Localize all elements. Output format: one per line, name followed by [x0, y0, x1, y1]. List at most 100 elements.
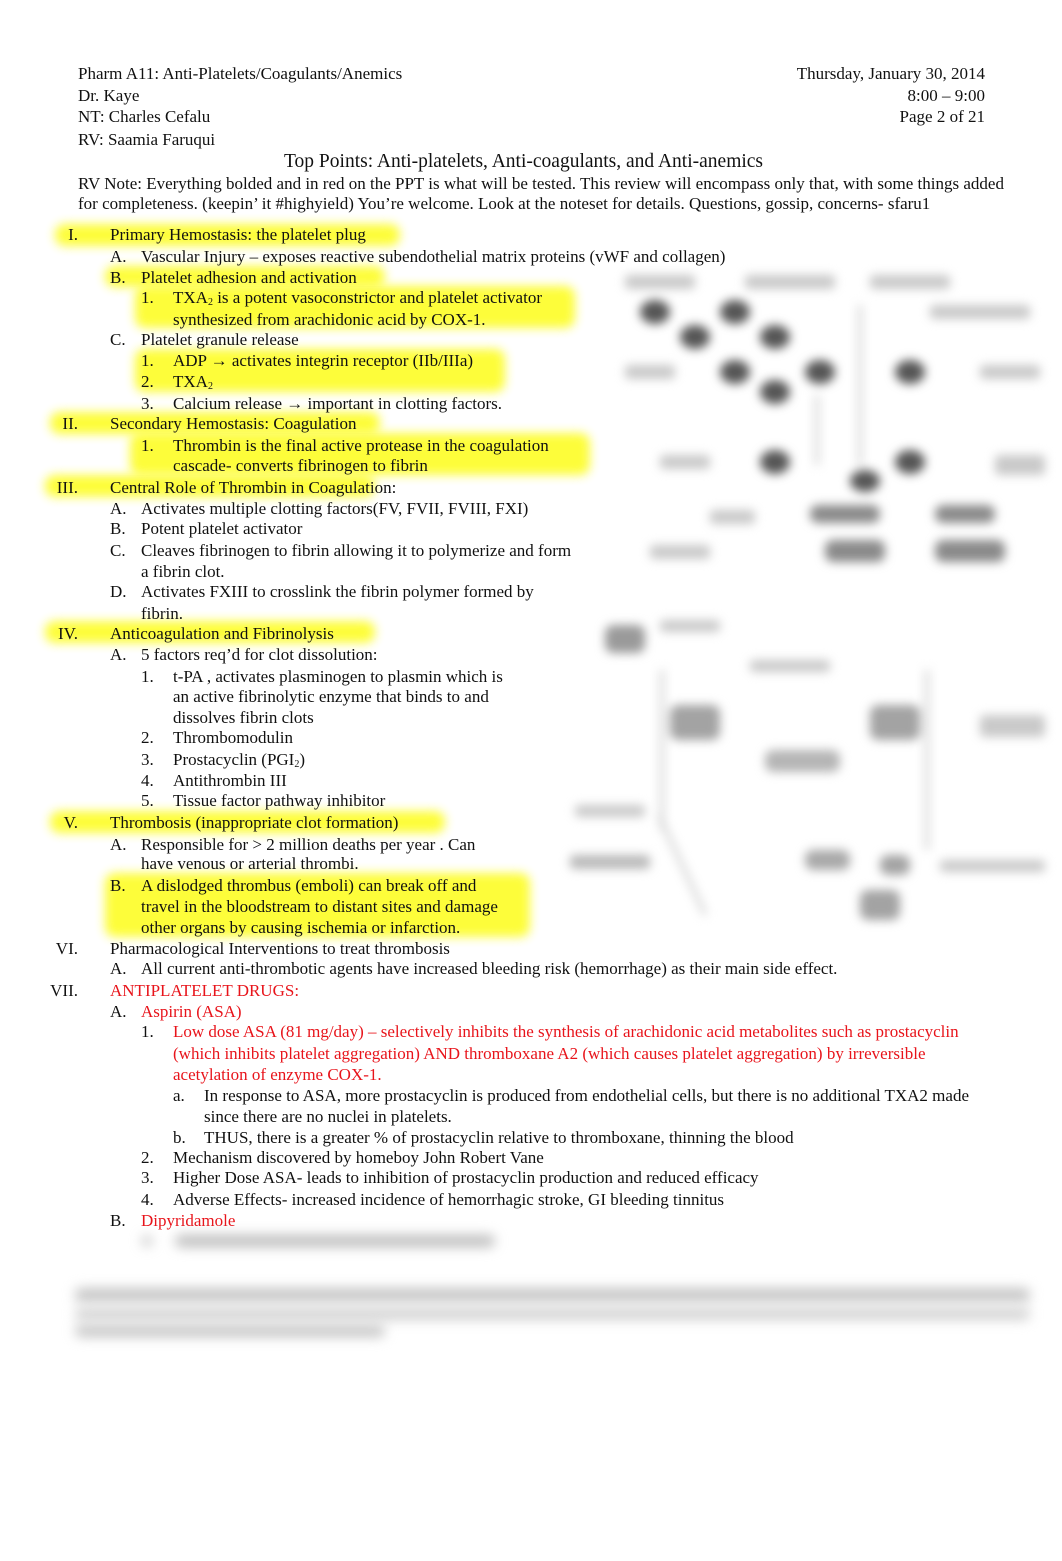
document-title: Top Points: Anti-platelets, Anti-coagula… — [284, 151, 764, 172]
item-number: 2. — [141, 372, 154, 391]
item-thrombomodulin: Thrombomodulin — [173, 728, 293, 747]
item-number: 2. — [141, 1148, 154, 1167]
item-aspirin: Aspirin (ASA) — [141, 1002, 242, 1021]
item-number: 3. — [141, 1168, 154, 1187]
item-low-dose-asa: Low dose ASA (81 mg/day) – selectively i… — [173, 1022, 959, 1041]
section-number: I. — [68, 225, 78, 244]
item-number: 3. — [141, 394, 154, 413]
obscured-bullet — [142, 1236, 152, 1246]
item-letter: A. — [110, 1002, 127, 1021]
item-cleaves-line2: a fibrin clot. — [141, 562, 225, 581]
item-letter: C. — [110, 541, 126, 560]
item-thrombin-final-protease: Thrombin is the final active protease in… — [173, 436, 549, 455]
section-heading-primary-hemostasis: Primary Hemostasis: the platelet plug — [110, 225, 366, 244]
section-number: VII. — [50, 981, 78, 1000]
item-tpa-line3: dissolves fibrin clots — [173, 708, 314, 727]
section-number: III. — [56, 478, 78, 497]
item-tfpi: Tissue factor pathway inhibitor — [173, 791, 386, 810]
item-calcium-release: Calcium release → important in clotting … — [173, 394, 503, 413]
item-deaths-line2: have venous or arterial thrombi. — [141, 854, 359, 873]
item-letter: B. — [110, 519, 126, 538]
item-adverse-effects: Adverse Effects- increased incidence of … — [173, 1190, 725, 1209]
item-number: 4. — [141, 771, 154, 790]
item-fxiii-line2: fibrin. — [141, 604, 184, 623]
item-letter: A. — [110, 247, 127, 266]
obscured-paragraph-line-3 — [75, 1325, 385, 1337]
item-txa2-vasoconstrictor: TXA2 is a potent vasoconstrictor and pla… — [173, 288, 542, 308]
page-number: Page 2 of 21 — [899, 107, 985, 126]
item-tpa-line2: an active fibrinolytic enzyme that binds… — [173, 687, 489, 706]
item-number: 4. — [141, 1190, 154, 1209]
item-cleaves-fibrinogen: Cleaves fibrinogen to fibrin allowing it… — [141, 541, 572, 560]
item-letter: A. — [110, 835, 127, 854]
item-activates-factors: Activates multiple clotting factors(FV, … — [141, 499, 529, 518]
item-number: 5. — [141, 791, 154, 810]
item-thinning-blood: THUS, there is a greater % of prostacycl… — [204, 1128, 794, 1147]
item-dislodged-thrombus: A dislodged thrombus (emboli) can break … — [141, 876, 477, 895]
item-dislodged-line3: other organs by causing ischemia or infa… — [141, 918, 461, 937]
rv-note-line-2: for completeness. (keepin’ it #highyield… — [78, 194, 931, 213]
item-number: 1. — [141, 436, 154, 455]
item-txa2-line2: synthesized from arachidonic acid by COX… — [173, 310, 486, 329]
item-bleeding-risk: All current anti-thrombotic agents have … — [141, 959, 838, 978]
lecture-time: 8:00 – 9:00 — [907, 86, 985, 105]
item-platelet-adhesion: Platelet adhesion and activation — [141, 268, 357, 287]
item-number: 1. — [141, 1022, 154, 1041]
item-thrombin-line2: cascade- converts fibrinogen to fibrin — [173, 456, 428, 475]
item-deaths-per-year: Responsible for > 2 million deaths per y… — [141, 835, 476, 854]
item-dipyridamole: Dipyridamole — [141, 1211, 236, 1230]
section-heading-antiplatelet-drugs: ANTIPLATELET DRUGS: — [110, 981, 300, 1000]
item-letter: b. — [173, 1128, 186, 1147]
section-heading-anticoagulation: Anticoagulation and Fibrinolysis — [110, 624, 334, 643]
lecturer: Dr. Kaye — [78, 86, 140, 105]
obscured-text-line — [175, 1235, 495, 1247]
item-antithrombin: Antithrombin III — [173, 771, 287, 790]
item-txa2: TXA2 — [173, 372, 213, 392]
item-prostacyclin-response-line2: since there are no nuclei in platelets. — [204, 1107, 452, 1126]
obscured-paragraph-line-1 — [75, 1288, 1030, 1302]
lecture-date: Thursday, January 30, 2014 — [796, 64, 985, 83]
item-letter: D. — [110, 582, 127, 601]
item-number: 1. — [141, 351, 154, 370]
course-title: Pharm A11: Anti-Platelets/Coagulants/Ane… — [78, 64, 403, 83]
item-activates-fxiii: Activates FXIII to crosslink the fibrin … — [141, 582, 534, 601]
item-number: 3. — [141, 750, 154, 769]
item-tpa: t-PA , activates plasminogen to plasmin … — [173, 667, 503, 686]
item-prostacyclin-response: In response to ASA, more prostacyclin is… — [204, 1086, 969, 1105]
section-heading-thrombin-role: Central Role of Thrombin in Coagulation: — [110, 478, 397, 497]
item-low-dose-asa-line3: acetylation of enzyme COX-1. — [173, 1065, 382, 1084]
item-letter: A. — [110, 645, 127, 664]
section-number: V. — [63, 813, 78, 832]
section-number: II. — [62, 414, 78, 433]
item-low-dose-asa-line2: (which inhibits platelet aggregation) AN… — [173, 1044, 926, 1063]
item-dislodged-line2: travel in the bloodstream to distant sit… — [141, 897, 498, 916]
section-heading-thrombosis: Thrombosis (inappropriate clot formation… — [110, 813, 399, 832]
item-letter: B. — [110, 268, 126, 287]
item-letter: a. — [173, 1086, 185, 1105]
item-vascular-injury: Vascular Injury – exposes reactive suben… — [141, 247, 726, 266]
item-letter: A. — [110, 499, 127, 518]
item-clot-dissolution-factors: 5 factors req’d for clot dissolution: — [141, 645, 378, 664]
note-taker: NT: Charles Cefalu — [78, 107, 211, 126]
item-letter: B. — [110, 1211, 126, 1230]
item-higher-dose-asa: Higher Dose ASA- leads to inhibition of … — [173, 1168, 759, 1187]
item-granule-release: Platelet granule release — [141, 330, 299, 349]
item-letter: B. — [110, 876, 126, 895]
item-platelet-activator: Potent platelet activator — [141, 519, 303, 538]
obscured-paragraph-line-2 — [75, 1308, 1030, 1320]
rv-note-line-1: RV Note: Everything bolded and in red on… — [78, 174, 1004, 193]
item-number: 2. — [141, 728, 154, 747]
item-number: 1. — [141, 288, 154, 307]
item-mechanism-vane: Mechanism discovered by homeboy John Rob… — [173, 1148, 544, 1167]
item-adp: ADP → activates integrin receptor (IIb/I… — [173, 351, 474, 370]
section-number: VI. — [55, 939, 78, 958]
item-prostacyclin: Prostacyclin (PGI2) — [173, 750, 306, 770]
item-number: 1. — [141, 667, 154, 686]
platelet-activation-diagram-blurred — [600, 265, 1050, 595]
section-heading-pharmacological-interventions: Pharmacological Interventions to treat t… — [110, 939, 450, 958]
section-number: IV. — [58, 624, 78, 643]
section-heading-secondary-hemostasis: Secondary Hemostasis: Coagulation — [110, 414, 357, 433]
reviewer: RV: Saamia Faruqui — [78, 130, 216, 149]
item-letter: A. — [110, 959, 127, 978]
item-letter: C. — [110, 330, 126, 349]
